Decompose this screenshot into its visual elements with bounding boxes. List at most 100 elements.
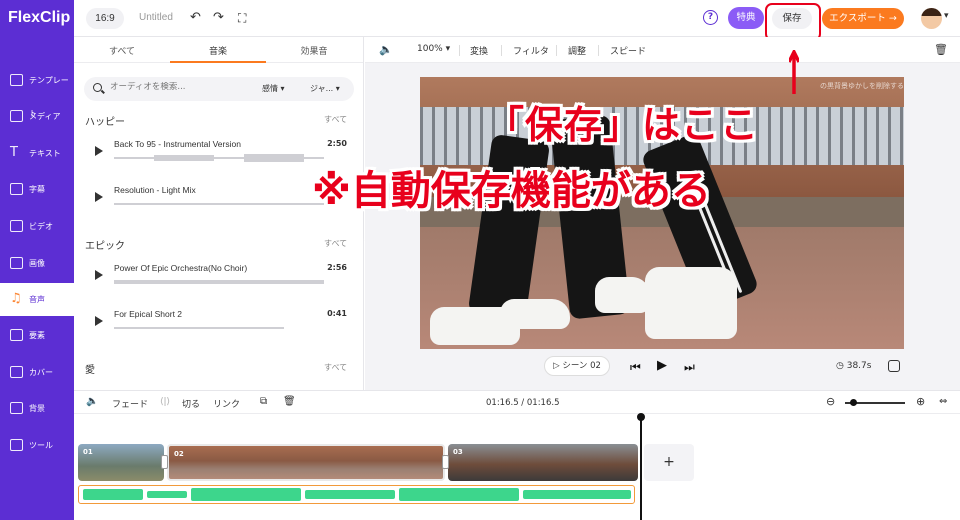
volume-icon[interactable]: 🔈 — [379, 43, 393, 56]
section-title: ハッピー — [85, 117, 125, 128]
tool-icon — [10, 439, 23, 451]
timecode: 01:16.5 / 01:16.5 — [486, 398, 560, 408]
template-icon — [10, 74, 23, 86]
panel-tabs: すべて 音楽 効果音 — [74, 37, 363, 63]
media-icon — [10, 110, 23, 122]
tab-music[interactable]: 音楽 — [170, 44, 266, 57]
annotation-save-here: 「保存」はここ — [486, 103, 760, 147]
transition-handle[interactable] — [161, 455, 168, 469]
duplicate-icon[interactable]: ⧉ — [260, 396, 267, 407]
zoom-dropdown[interactable]: 100% ▾ — [417, 44, 450, 54]
see-all-link[interactable]: すべて — [324, 114, 347, 125]
canvas-toolbar: 🔈 100% ▾ 変換 フィルタ 調整 スピード 🗑 — [365, 37, 960, 63]
genre-filter-dropdown[interactable]: ジャ... ▾ — [310, 83, 340, 94]
audio-track[interactable] — [78, 485, 635, 504]
fade-button[interactable]: フェード — [112, 397, 148, 410]
playhead[interactable] — [637, 413, 645, 520]
link-button[interactable]: リンク — [213, 397, 240, 410]
sidebar-item-subtitle[interactable]: 字幕 — [0, 173, 74, 206]
skip-forward-icon[interactable]: ⏭ — [684, 361, 695, 373]
waveform — [114, 154, 324, 162]
skip-back-icon[interactable]: ⏮ — [630, 361, 641, 373]
search-input[interactable] — [110, 82, 250, 92]
genre-filter-label: ジャ... — [310, 84, 334, 93]
split-icon[interactable]: ⟨|⟩ — [160, 397, 170, 407]
track-item[interactable]: Power Of Epic Orchestra(No Choir) 2:56 — [84, 257, 356, 297]
fullscreen-icon[interactable]: ⛶ — [238, 10, 246, 26]
audio-waveform — [83, 488, 631, 501]
help-icon[interactable]: ? — [703, 10, 718, 25]
track-duration: 0:41 — [327, 309, 347, 318]
sidebar-item-label: 要素 — [29, 331, 45, 340]
sidebar-item-template[interactable]: テンプレート — [0, 64, 74, 118]
undo-icon[interactable]: ↶ — [190, 10, 201, 26]
clip-number: 03 — [453, 448, 463, 456]
adjust-button[interactable]: 調整 — [568, 44, 586, 57]
clip-number: 02 — [174, 450, 184, 458]
trash-icon[interactable]: 🗑 — [934, 43, 948, 56]
fullscreen-icon[interactable] — [888, 360, 900, 372]
zoom-slider-handle[interactable] — [850, 399, 857, 406]
track-duration: 2:56 — [327, 263, 347, 272]
scene-selector[interactable]: ▷ シーン 02 — [544, 356, 610, 376]
cut-button[interactable]: 切る — [182, 397, 200, 410]
see-all-link[interactable]: すべて — [324, 362, 347, 373]
project-title[interactable]: Untitled — [139, 12, 173, 23]
sidebar-item-label: ビデオ — [29, 222, 53, 231]
transition-handle[interactable] — [442, 455, 449, 469]
play-icon[interactable] — [95, 192, 103, 202]
tab-all[interactable]: すべて — [74, 44, 170, 57]
video-overlay-text: の黒背景ゆかしを削除する — [820, 82, 904, 90]
chevron-down-icon[interactable]: ▾ — [944, 11, 949, 21]
divider — [598, 45, 599, 56]
waveform — [114, 203, 324, 205]
trash-icon[interactable]: 🗑 — [283, 396, 296, 407]
tab-sound-effects[interactable]: 効果音 — [266, 44, 362, 57]
zoom-out-icon[interactable]: ⊖ — [826, 395, 835, 408]
export-button[interactable]: エクスポート → — [822, 8, 904, 29]
sidebar-item-cover[interactable]: カバー — [0, 356, 74, 389]
track-title: Back To 95 - Instrumental Version — [114, 139, 241, 149]
track-title: Power Of Epic Orchestra(No Choir) — [114, 263, 248, 273]
sidebar-item-image[interactable]: 画像 — [0, 247, 74, 280]
sidebar-item-text[interactable]: T テキスト — [0, 137, 74, 170]
tokuten-button[interactable]: 特典 — [728, 7, 764, 29]
play-icon[interactable]: ▶ — [657, 359, 667, 372]
zoom-in-icon[interactable]: ⊕ — [916, 395, 925, 408]
sidebar-item-background[interactable]: 背景 — [0, 392, 74, 425]
track-duration: 2:50 — [327, 139, 347, 148]
speed-button[interactable]: スピード — [610, 44, 646, 57]
timeline-clip[interactable]: 03 — [448, 444, 638, 481]
sidebar-item-music[interactable]: ♫ 音声 — [0, 283, 74, 316]
search-icon — [93, 83, 102, 92]
add-clip-button[interactable]: + — [644, 444, 694, 481]
sidebar-item-label: メディア — [29, 112, 61, 121]
shoe-shape — [500, 299, 570, 329]
filter-button[interactable]: フィルタ — [513, 44, 549, 57]
timeline-clip[interactable]: 01 — [78, 444, 164, 481]
sidebar-item-tool[interactable]: ツール — [0, 429, 74, 462]
track-title: Resolution - Light Mix — [114, 185, 196, 195]
timeline-clip-selected[interactable]: 02 — [167, 444, 445, 481]
redo-icon[interactable]: ↷ — [213, 10, 224, 26]
emotion-filter-dropdown[interactable]: 感情 ▾ — [262, 83, 285, 94]
volume-icon[interactable]: 🔈 — [86, 396, 98, 407]
play-icon[interactable] — [95, 270, 103, 280]
play-icon[interactable] — [95, 316, 103, 326]
subtitle-icon — [10, 183, 23, 195]
aspect-ratio-button[interactable]: 16:9 — [86, 8, 124, 29]
see-all-link[interactable]: すべて — [324, 238, 347, 249]
track-item[interactable]: For Epical Short 2 0:41 — [84, 303, 356, 343]
play-icon[interactable] — [95, 146, 103, 156]
logo[interactable]: FlexClip — [0, 0, 74, 37]
avatar[interactable] — [921, 8, 942, 29]
sidebar-item-media[interactable]: メディア — [0, 100, 74, 133]
divider — [501, 45, 502, 56]
fit-timeline-icon[interactable]: ⇔ — [939, 396, 947, 407]
sidebar-item-element[interactable]: 要素 — [0, 319, 74, 352]
sidebar-item-label: 字幕 — [29, 185, 45, 194]
replace-button[interactable]: 変換 — [470, 44, 488, 57]
sidebar-item-label: 画像 — [29, 259, 45, 268]
duration-value: 38.7s — [846, 361, 872, 371]
sidebar-item-video[interactable]: ビデオ — [0, 210, 74, 243]
